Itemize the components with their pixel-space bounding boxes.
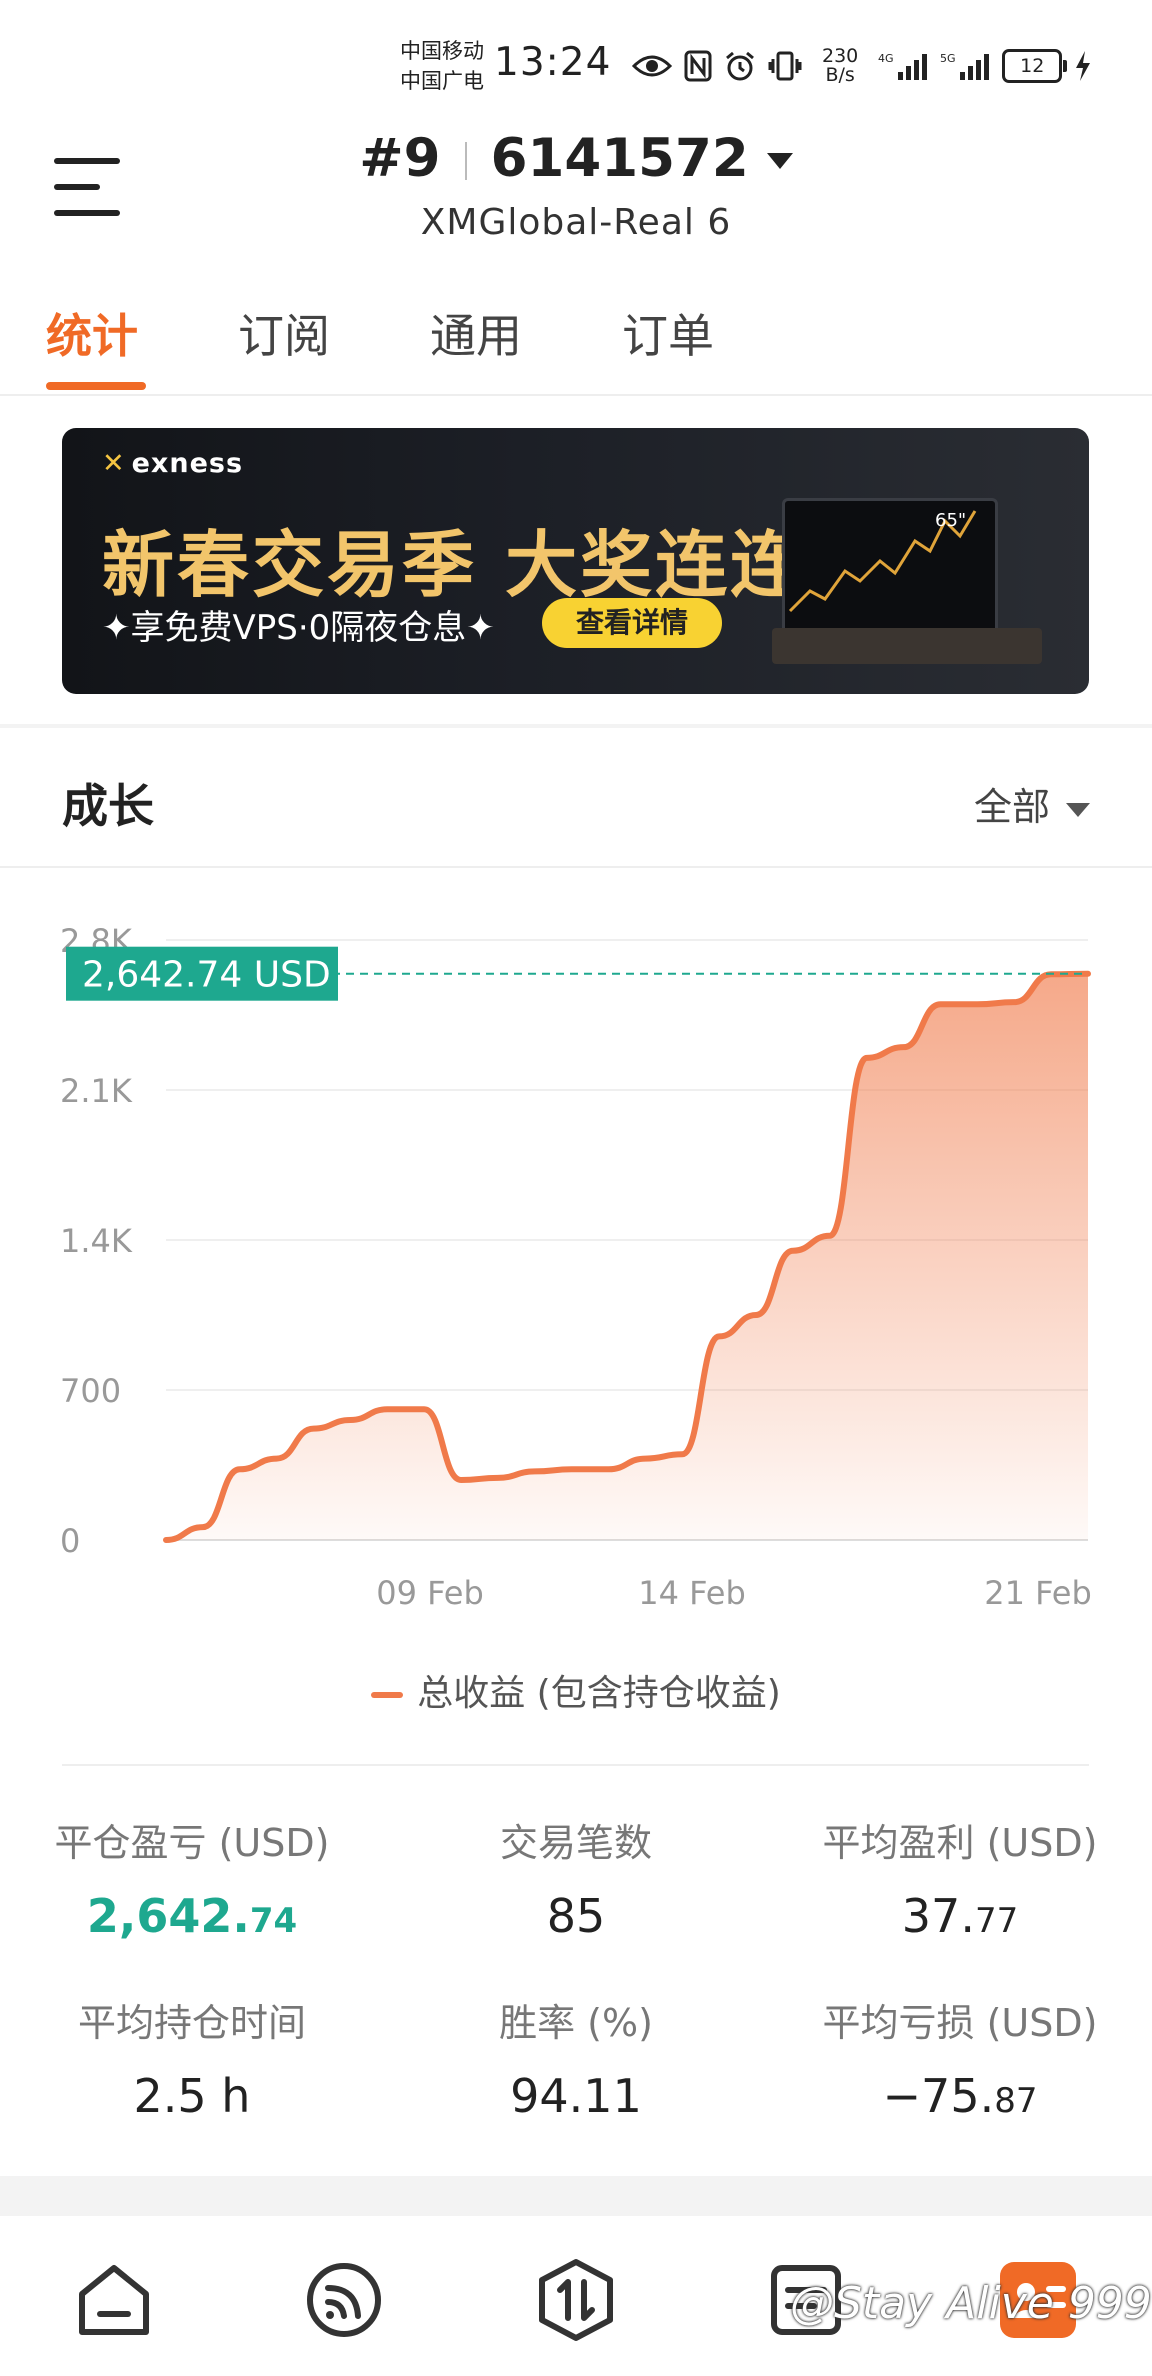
- carrier-1: 中国移动: [400, 39, 484, 63]
- carrier-info: 中国移动 中国广电: [400, 36, 484, 96]
- section-divider: [0, 724, 1152, 728]
- watermark: @Stay Alive 999: [790, 2278, 1152, 2329]
- eye-icon: [632, 55, 672, 77]
- tab-general[interactable]: 通用: [430, 300, 522, 366]
- stat-int: −75.: [882, 2069, 995, 2123]
- trade-icon[interactable]: [534, 2258, 618, 2342]
- stat-value: 2.5 h: [0, 2069, 384, 2123]
- signals-icon[interactable]: [302, 2258, 386, 2342]
- vibrate-icon: [768, 51, 802, 81]
- home-icon[interactable]: [72, 2258, 156, 2342]
- stat-trade-count: 交易笔数 85: [384, 1812, 768, 1943]
- battery-icon: 12: [1002, 49, 1068, 83]
- stat-int: 2.5 h: [133, 2069, 251, 2123]
- tab-statistics[interactable]: 统计: [46, 300, 138, 366]
- account-selector[interactable]: #9 6141572: [0, 128, 1152, 189]
- legend-label: 总收益 (包含持仓收益): [417, 1673, 781, 1714]
- stat-dec: 77: [974, 1901, 1019, 1941]
- growth-title: 成长: [62, 779, 154, 833]
- chevron-down-icon: [1066, 802, 1090, 817]
- tab-orders[interactable]: 订单: [622, 300, 714, 366]
- signal-icon: 4G: [878, 52, 928, 80]
- brand-name: exness: [131, 448, 244, 479]
- stat-label: 交易笔数: [499, 1821, 652, 1865]
- account-rank: #9: [359, 128, 441, 189]
- tab-subscriptions[interactable]: 订阅: [238, 300, 330, 366]
- exness-logo: ✕ exness: [102, 448, 244, 479]
- clock: 13:24: [494, 40, 612, 85]
- stat-dec: 87: [994, 2081, 1038, 2121]
- tv-size-label: 65": [935, 510, 966, 531]
- stat-dec: 74: [249, 1901, 298, 1941]
- chart-legend: 总收益 (包含持仓收益): [0, 1664, 1152, 1716]
- y-tick-label: 1.4K: [60, 1222, 133, 1260]
- x-tick-label: 14 Feb: [638, 1574, 746, 1612]
- header-divider: [0, 866, 1152, 868]
- signal-5g-icon: 5G: [940, 52, 990, 80]
- banner-title: 新春交易季 大奖连连抽: [102, 523, 881, 607]
- x-tick-label: 21 Feb: [984, 1574, 1092, 1612]
- stat-int: 94.11: [510, 2069, 642, 2123]
- charging-icon: [1076, 51, 1091, 81]
- active-tab-indicator: [46, 382, 146, 390]
- y-tick-label: 0: [60, 1522, 80, 1560]
- chevron-down-icon: [766, 153, 793, 170]
- stat-label: 平均亏损 (USD): [822, 2001, 1098, 2045]
- tv-chart-graphic: 65": [788, 510, 977, 613]
- bottom-nav: @Stay Alive 999: [0, 2216, 1152, 2376]
- section-gap: [0, 2176, 1152, 2216]
- current-value-badge: 2,642.74 USD: [66, 946, 338, 1001]
- stat-label: 平均盈利 (USD): [822, 1821, 1098, 1865]
- view-details-button[interactable]: 查看详情: [542, 598, 722, 648]
- svg-text:5G: 5G: [940, 52, 956, 65]
- stat-label: 胜率 (%): [499, 2001, 653, 2045]
- current-value-label: 2,642.74 USD: [82, 955, 331, 996]
- stat-value: 85: [384, 1889, 768, 1943]
- nfc-icon: [684, 50, 712, 82]
- legend-swatch: [371, 1692, 404, 1698]
- y-tick-label: 2.1K: [60, 1072, 133, 1110]
- stat-value: −75.87: [768, 2069, 1152, 2123]
- alarm-icon: [726, 51, 754, 81]
- stat-win-rate: 胜率 (%) 94.11: [384, 1992, 768, 2123]
- growth-filter-dropdown[interactable]: 全部: [974, 776, 1090, 831]
- stat-avg-profit: 平均盈利 (USD) 37.77: [768, 1812, 1152, 1943]
- chart-area-fill: [166, 973, 1088, 1540]
- stat-label: 平均持仓时间: [77, 2001, 306, 2045]
- account-number: 6141572: [490, 128, 749, 189]
- promo-banner[interactable]: ✕ exness 新春交易季 大奖连连抽 ✦享免费VPS·0隔夜仓息✦ 查看详情 …: [62, 428, 1089, 694]
- x-tick-label: 09 Feb: [376, 1574, 484, 1612]
- stat-avg-hold-time: 平均持仓时间 2.5 h: [0, 1992, 384, 2123]
- svg-text:4G: 4G: [878, 52, 894, 65]
- stat-label: 平仓盈亏 (USD): [54, 1821, 330, 1865]
- banner-subtitle: ✦享免费VPS·0隔夜仓息✦: [102, 608, 495, 648]
- stat-value: 94.11: [384, 2069, 768, 2123]
- carrier-2: 中国广电: [400, 69, 484, 93]
- stat-avg-loss: 平均亏损 (USD) −75.87: [768, 1992, 1152, 2123]
- status-icons: 230 B/s 4G 5G 12: [632, 46, 1092, 86]
- tv-image: 65": [782, 498, 998, 634]
- growth-chart: 2.8K2.1K1.4K7000 2,642.74 USD 09 Feb 14 F…: [60, 922, 1092, 1612]
- separator: [464, 142, 467, 181]
- stat-int: 2,642.: [86, 1889, 250, 1943]
- stats-divider: [62, 1764, 1089, 1766]
- stat-value: 37.77: [768, 1889, 1152, 1943]
- stat-int: 37.: [901, 1889, 975, 1943]
- tv-stand: [772, 628, 1042, 664]
- filter-label: 全部: [973, 785, 1050, 829]
- y-tick-label: 700: [60, 1372, 121, 1410]
- stat-closed-pnl: 平仓盈亏 (USD) 2,642.74: [0, 1812, 384, 1943]
- server-name: XMGlobal-Real 6: [420, 202, 732, 243]
- net-speed-unit: B/s: [825, 64, 855, 86]
- status-bar: 中国移动 中国广电 13:24 230 B/s 4G 5G 12: [0, 0, 1152, 130]
- tab-bar: 统计 订阅 通用 订单: [0, 290, 1152, 396]
- stat-int: 85: [546, 1889, 606, 1943]
- stat-value: 2,642.74: [0, 1889, 384, 1943]
- net-speed: 230 B/s: [822, 47, 858, 85]
